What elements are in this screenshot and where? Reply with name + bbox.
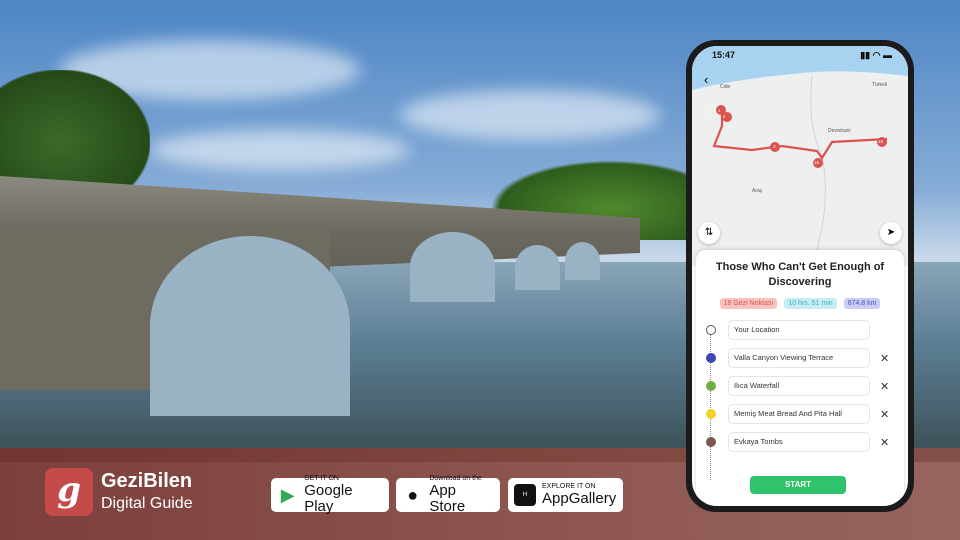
map-label: Devrekani [828,128,851,134]
bridge-arch [515,245,560,290]
google-play-icon: ▶ [280,484,295,505]
phone-screen: 15:47 ▮▮ ◠ ▬ Cide Türkeli Devrekani Araç… [692,46,908,506]
cloud [150,130,410,170]
marker-label: 1 [718,108,721,113]
google-play-button[interactable]: ▶ GET IT ON Google Play [271,475,389,515]
store-large-text: AppGallery [542,490,617,507]
distance-badge: 674.8 km [843,298,881,309]
route-stop: Memiş Meat Bread And Pita Hall ✕ [702,404,898,424]
remove-stop-icon[interactable]: ✕ [880,408,889,421]
stops-badge: 18 Gezi Noktası [719,298,778,309]
map-label: Cide [720,84,731,90]
route-map[interactable]: Cide Türkeli Devrekani Araç 1 2 1 3 16 1… [692,46,908,266]
route-stop: Evkaya Tombs ✕ [702,432,898,452]
marker-label: 18 [878,139,884,144]
brand-name: GeziBilen [101,470,193,492]
store-large-text: App Store [429,482,466,515]
bridge-arch [565,242,600,280]
road [810,75,826,266]
status-icons: ▮▮ ◠ ▬ [860,50,892,60]
route-stop: Your Location [702,320,898,340]
route-stop: Ilıca Waterfall ✕ [702,376,898,396]
locate-button[interactable]: ➤ [880,222,902,244]
cloud [400,90,660,140]
route-panel: Those Who Can't Get Enough of Discoverin… [696,250,904,506]
brand-text: GeziBilen Digital Guide [101,470,193,513]
map-label: Türkeli [872,82,888,88]
stop-field[interactable]: Your Location [728,320,870,340]
stop-field[interactable]: Memiş Meat Bread And Pita Hall [728,404,870,424]
remove-stop-icon[interactable]: ✕ [880,380,889,393]
historic-icon [706,437,716,447]
route-stop: Valla Canyon Viewing Terrace ✕ [702,348,898,368]
route-title: Those Who Can't Get Enough of Discoverin… [715,261,885,288]
app-store-button[interactable]: ● Download on the App Store [396,475,500,515]
clock: 15:47 [712,50,736,60]
bridge-arch [150,236,350,416]
start-button[interactable]: START [750,476,846,494]
stop-field[interactable]: Valla Canyon Viewing Terrace [728,348,870,368]
viewpoint-icon [706,353,716,363]
store-large-text: Google Play [304,482,353,515]
huawei-icon: H [514,484,536,506]
trees [0,70,150,190]
remove-stop-icon[interactable]: ✕ [880,352,889,365]
phone-mockup: 15:47 ▮▮ ◠ ▬ Cide Türkeli Devrekani Araç… [686,40,914,512]
stop-field[interactable]: Ilıca Waterfall [728,376,870,396]
marker-label: 3 [773,144,776,149]
map-label: Araç [752,188,763,194]
marker-label: 2 [723,114,726,119]
appgallery-button[interactable]: H EXPLORE IT ON AppGallery [508,478,623,512]
food-icon [706,409,716,419]
back-button[interactable]: ‹ [704,72,708,87]
apple-icon: ● [407,484,419,505]
marker-label: 16 [814,160,820,165]
swap-route-button[interactable]: ⇅ [698,222,720,244]
nature-icon [706,381,716,391]
stop-field[interactable]: Evkaya Tombs [728,432,870,452]
gezibilen-logo: g [45,468,93,516]
route-line [712,106,888,160]
status-bar: 15:47 ▮▮ ◠ ▬ [712,50,892,61]
bridge-arch [410,232,495,302]
marker-label: 1 [704,110,708,115]
location-icon [706,325,716,335]
duration-badge: 10 hrs. 51 min [784,298,837,309]
remove-stop-icon[interactable]: ✕ [880,436,889,449]
brand-tagline: Digital Guide [101,495,193,512]
